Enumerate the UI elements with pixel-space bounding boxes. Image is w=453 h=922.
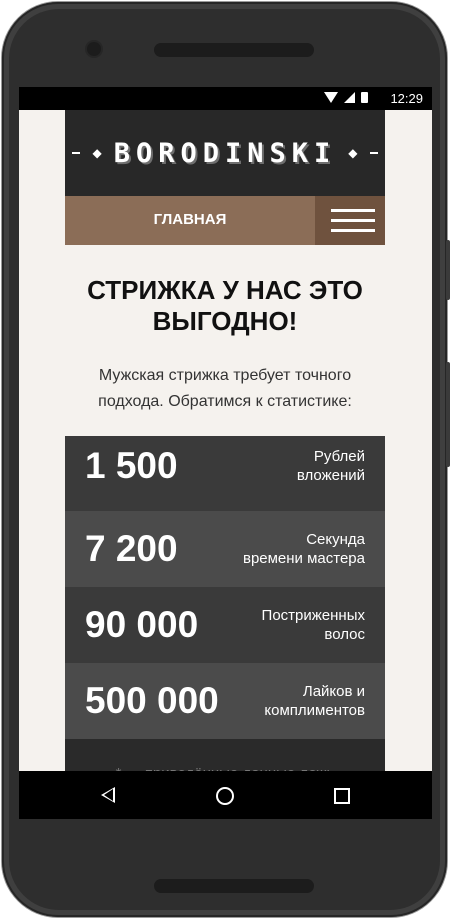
stat-label: Лайков и комплиментов <box>264 682 365 720</box>
battery-icon <box>361 92 368 103</box>
stat-label-line: волос <box>324 626 365 643</box>
home-icon[interactable] <box>216 787 234 805</box>
website: ◆ BORODINSKI ◆ ГЛАВНАЯ СТРИЖКА У НАС ЭТО… <box>65 110 385 799</box>
stat-row: 500 000 Лайков и комплиментов <box>65 663 385 739</box>
logo-diamond-icon: ◆ <box>348 146 358 160</box>
stats-list: 1 500 Рублей вложений 7 200 Секунда врем… <box>65 436 385 799</box>
stat-row: 90 000 Постриженных волос <box>65 587 385 663</box>
hamburger-menu-icon <box>331 229 375 232</box>
back-icon[interactable] <box>101 787 115 803</box>
stat-label: Постриженных волос <box>262 606 365 644</box>
logo-line-left <box>72 152 81 154</box>
status-time: 12:29 <box>390 91 423 106</box>
stat-value: 500 000 <box>85 680 219 721</box>
page-title: СТРИЖКА У НАС ЭТО ВЫГОДНО! <box>87 275 363 336</box>
stat-row: 1 500 Рублей вложений <box>65 436 385 511</box>
stat-value: 7 200 <box>85 528 178 569</box>
hamburger-menu-icon <box>331 219 375 222</box>
recents-icon[interactable] <box>334 788 350 804</box>
site-header: ◆ BORODINSKI ◆ <box>65 110 385 196</box>
stat-label-line: комплиментов <box>264 702 365 719</box>
stat-value: 1 500 <box>85 444 178 486</box>
power-button <box>446 362 450 467</box>
hamburger-menu-button[interactable] <box>315 196 385 245</box>
site-logo[interactable]: BORODINSKI <box>114 138 337 169</box>
android-nav-bar <box>19 771 432 819</box>
logo-diamond-icon: ◆ <box>92 146 102 160</box>
volume-button <box>446 240 450 300</box>
speaker-top <box>154 43 314 57</box>
speaker-bottom <box>154 879 314 893</box>
stat-label-line: Постриженных <box>261 607 365 624</box>
stat-label: Рублей вложений <box>297 447 365 485</box>
stat-label-line: Рублей <box>313 447 365 465</box>
screen: 12:29 ◆ BORODINSKI ◆ ГЛАВНАЯ СТРИЖКА У Н… <box>19 87 432 819</box>
stat-value: 90 000 <box>85 604 199 645</box>
stat-label: Секунда времени мастера <box>243 530 365 568</box>
wifi-icon <box>324 92 338 103</box>
camera-icon <box>87 42 101 56</box>
logo-line-right <box>369 152 378 154</box>
status-bar: 12:29 <box>19 87 432 110</box>
stat-label-line: времени мастера <box>242 550 365 567</box>
stat-label-line: вложений <box>296 466 365 484</box>
hamburger-menu-icon <box>331 209 375 212</box>
signal-icon <box>344 92 355 103</box>
lead-text: Мужская стрижка требует точного подхода.… <box>98 367 352 410</box>
nav-link-main[interactable]: ГЛАВНАЯ <box>65 211 315 228</box>
stat-label-line: Секунда <box>306 531 365 548</box>
main-nav: ГЛАВНАЯ <box>65 196 385 245</box>
stat-label-line: Лайков и <box>302 683 365 700</box>
stat-row: 7 200 Секунда времени мастера <box>65 511 385 587</box>
